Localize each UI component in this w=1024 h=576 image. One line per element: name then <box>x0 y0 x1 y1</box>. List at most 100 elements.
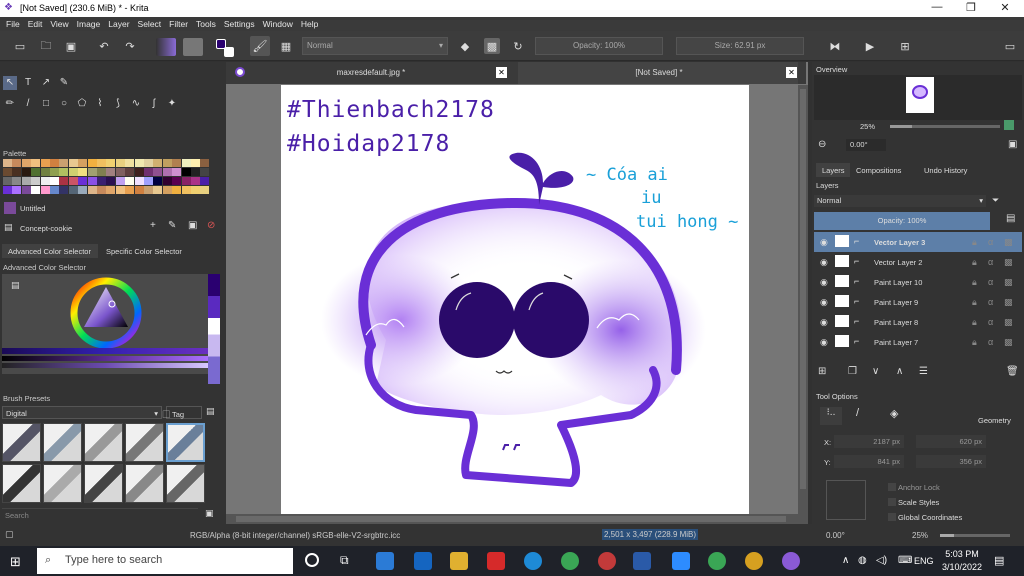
menu-help[interactable]: Help <box>297 17 322 29</box>
move-layer-down-icon[interactable]: ∨ <box>872 366 879 377</box>
add-swatch-icon[interactable]: + <box>150 220 156 231</box>
alpha-inherit-icon[interactable]: α <box>988 237 993 247</box>
visibility-eye-icon[interactable]: ◉ <box>820 237 828 248</box>
lock-icon[interactable]: 🔒︎ <box>972 257 977 268</box>
text-tool-icon[interactable]: T <box>21 76 35 90</box>
edge-icon[interactable] <box>524 552 542 570</box>
new-document-icon[interactable]: ▭ <box>12 38 28 54</box>
visibility-eye-icon[interactable]: ◉ <box>820 257 828 268</box>
app-v-icon[interactable] <box>487 552 505 570</box>
reload-icon[interactable]: ↻ <box>510 38 526 54</box>
edit-swatch-icon[interactable]: ✎ <box>168 220 176 231</box>
visibility-eye-icon[interactable]: ◉ <box>820 297 828 308</box>
layer-row[interactable]: ◉ ⌐ Paint Layer 9 🔒︎ α ▩ <box>814 292 1022 312</box>
menu-image[interactable]: Image <box>73 17 105 29</box>
duplicate-layer-icon[interactable]: ❐ <box>848 366 857 377</box>
windows-start-icon[interactable]: ⊞ <box>10 554 21 570</box>
brush-search-input[interactable]: Search <box>2 508 198 520</box>
language-label[interactable]: ENG <box>914 556 934 566</box>
layer-style-icon[interactable]: ▩ <box>1004 277 1013 288</box>
chrome-3-icon[interactable] <box>745 552 763 570</box>
save-icon[interactable]: ▣ <box>63 38 79 54</box>
opacity-slider[interactable]: Opacity: 100% <box>535 37 663 55</box>
alpha-inherit-icon[interactable]: α <box>988 297 993 307</box>
tab-compositions[interactable]: Compositions <box>856 166 901 175</box>
menu-file[interactable]: File <box>0 17 24 29</box>
clock-time[interactable]: 5:03 PM <box>940 549 984 559</box>
saturation-bar[interactable] <box>2 363 208 368</box>
delete-layer-icon[interactable]: 🗑 <box>1006 366 1019 377</box>
brush-preset-tile[interactable] <box>166 423 205 462</box>
tab-layers[interactable]: Layers <box>816 163 850 177</box>
layer-style-icon[interactable]: ▩ <box>1004 337 1013 348</box>
brush-filter-select[interactable]: Digital ▾ <box>2 406 162 419</box>
menu-settings[interactable]: Settings <box>220 17 259 29</box>
eraser-icon[interactable]: ◆ <box>457 38 473 54</box>
mail-icon[interactable] <box>414 552 432 570</box>
blend-mode-select[interactable]: Normal ▾ <box>302 37 448 55</box>
overview-fit-icon[interactable] <box>1004 120 1014 130</box>
workspace-icon[interactable]: ▭ <box>1002 38 1018 54</box>
brush-preset-tile[interactable] <box>2 423 41 462</box>
polygon-tool-icon[interactable]: ⬠ <box>75 97 89 111</box>
network-icon[interactable]: ◍ <box>858 555 867 566</box>
menu-tools[interactable]: Tools <box>192 17 220 29</box>
layer-filter-icon[interactable]: ⏷ <box>992 195 999 206</box>
krita-taskbar-icon[interactable] <box>782 552 800 570</box>
tray-chevron-icon[interactable]: ∧ <box>842 555 849 566</box>
delete-swatch-icon[interactable]: ⊘ <box>207 220 215 231</box>
alpha-inherit-icon[interactable]: α <box>988 277 993 287</box>
anchor-lock-checkbox[interactable] <box>888 483 896 491</box>
layer-row[interactable]: ◉ ⌐ Paint Layer 8 🔒︎ α ▩ <box>814 312 1022 332</box>
layer-style-icon[interactable]: ▩ <box>1004 317 1013 328</box>
tab-advanced-color-selector[interactable]: Advanced Color Selector <box>2 244 98 258</box>
cortana-icon[interactable] <box>305 553 319 567</box>
volume-icon[interactable]: ◁) <box>876 555 887 566</box>
layer-style-icon[interactable]: ▩ <box>1004 237 1013 248</box>
status-zoom-slider[interactable] <box>940 534 1010 537</box>
menu-edit[interactable]: Edit <box>24 17 47 29</box>
file-explorer-icon[interactable] <box>450 552 468 570</box>
layer-row[interactable]: ◉ ⌐ Paint Layer 10 🔒︎ α ▩ <box>814 272 1022 292</box>
overview-zoom-slider[interactable] <box>890 125 1000 128</box>
word-icon[interactable] <box>633 552 651 570</box>
redo-icon[interactable]: ↷ <box>122 38 138 54</box>
lock-icon[interactable]: 🔒︎ <box>972 237 977 248</box>
palette-name[interactable]: Untitled <box>20 204 45 213</box>
canvas-paper[interactable]: #Thienbach2178 #Hoidap2178 ~ Cóa ai iu t… <box>281 85 749 514</box>
rectangle-tool-icon[interactable]: □ <box>39 97 53 111</box>
ellipse-tool-icon[interactable]: ○ <box>57 97 71 111</box>
layer-properties-icon[interactable]: ☰ <box>919 366 928 377</box>
mirror-view-icon[interactable]: ▣ <box>1008 139 1017 150</box>
alpha-inherit-icon[interactable]: α <box>988 257 993 267</box>
freehand-brush-tool-icon[interactable]: ✏ <box>3 97 17 111</box>
chrome-icon[interactable] <box>561 552 579 570</box>
layer-options-icon[interactable]: ▤ <box>1006 213 1015 224</box>
menu-layer[interactable]: Layer <box>104 17 133 29</box>
brush-preset-tile[interactable] <box>43 423 82 462</box>
menu-select[interactable]: Select <box>134 17 166 29</box>
fill-icon[interactable]: ◈ <box>890 407 898 420</box>
language-icon[interactable]: ⌨ <box>898 555 912 566</box>
palette-grid[interactable] <box>3 159 210 195</box>
wrap-around-icon[interactable]: ⊞ <box>897 38 913 54</box>
edit-shapes-tool-icon[interactable]: ↗ <box>39 76 53 90</box>
chrome-2-icon[interactable] <box>708 552 726 570</box>
visibility-eye-icon[interactable]: ◉ <box>820 337 828 348</box>
alpha-inherit-icon[interactable]: α <box>988 337 993 347</box>
calligraphy-tool-icon[interactable]: ✎ <box>57 76 71 90</box>
lock-icon[interactable]: 🔒︎ <box>972 317 977 328</box>
visibility-eye-icon[interactable]: ◉ <box>820 277 828 288</box>
overview-rotation-input[interactable]: 0.00° <box>846 139 886 151</box>
brush-preset-tile[interactable] <box>166 464 205 503</box>
brush-preset-tile[interactable] <box>84 423 123 462</box>
palette-resource[interactable]: Concept-cookie <box>20 224 72 233</box>
overview-preview[interactable] <box>814 75 1022 120</box>
anchor-grid[interactable] <box>826 480 866 520</box>
color-selector-settings-icon[interactable]: ▤ <box>11 280 20 291</box>
clock-date[interactable]: 3/10/2022 <box>940 562 984 572</box>
line-tool-icon[interactable]: / <box>21 97 35 111</box>
tab-not-saved[interactable]: [Not Saved] * <box>526 68 792 77</box>
brush-save-icon[interactable]: ▣ <box>205 508 214 519</box>
multibrush-tool-icon[interactable]: ✦ <box>165 97 179 111</box>
